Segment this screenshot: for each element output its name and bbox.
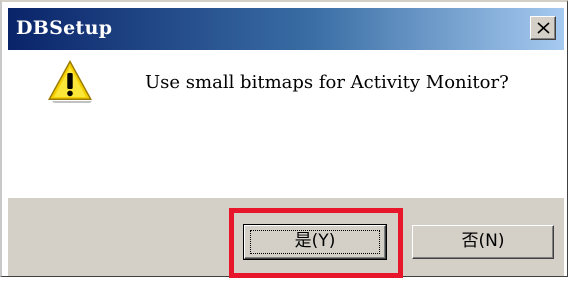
yes-button-label: 是(Y) xyxy=(294,231,336,251)
message-dialog: DBSetup Use small bitmaps for Activity M… xyxy=(0,0,568,278)
dialog-title: DBSetup xyxy=(16,17,113,39)
close-x-icon xyxy=(537,22,550,34)
no-button[interactable]: 否(N) xyxy=(412,225,554,259)
close-button[interactable] xyxy=(530,16,556,40)
warning-icon xyxy=(48,60,92,103)
no-button-label: 否(N) xyxy=(461,231,505,251)
title-bar[interactable]: DBSetup xyxy=(8,8,564,50)
yes-button[interactable]: 是(Y) xyxy=(243,224,387,260)
dialog-message: Use small bitmaps for Activity Monitor? xyxy=(145,72,509,93)
